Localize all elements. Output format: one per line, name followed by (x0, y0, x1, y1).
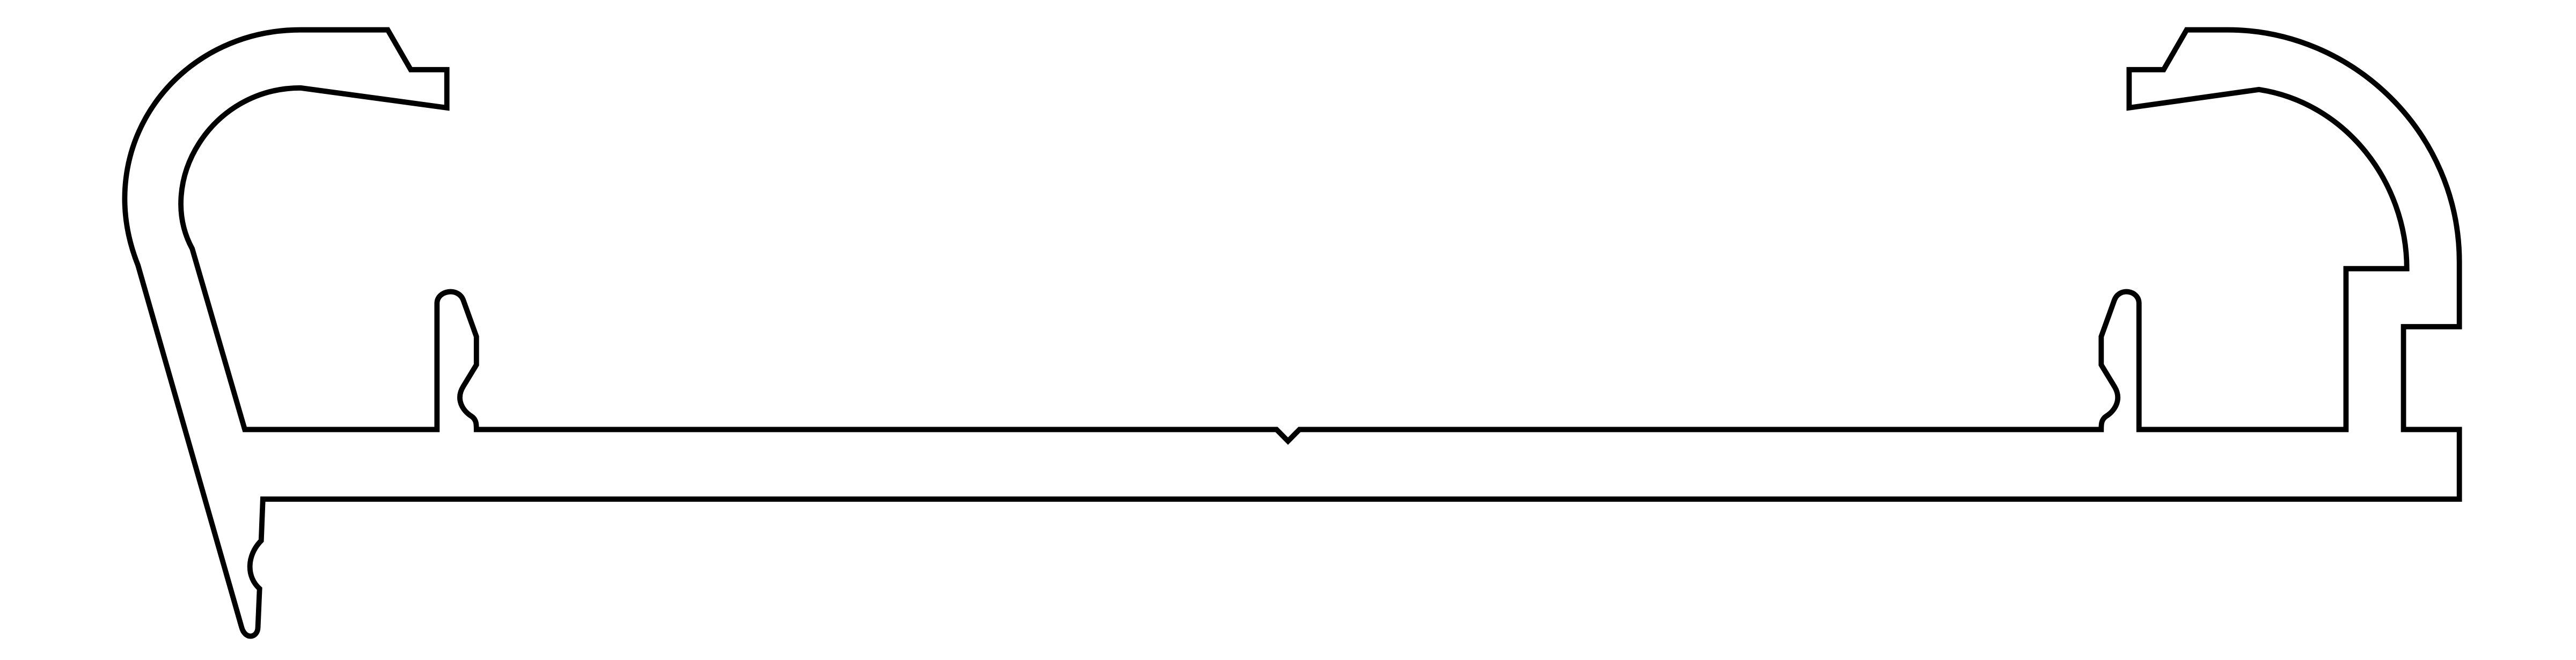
left-hook-profile (122, 27, 2462, 639)
profile-drawing (122, 27, 2462, 639)
profile-drawing-canvas (0, 0, 2576, 660)
